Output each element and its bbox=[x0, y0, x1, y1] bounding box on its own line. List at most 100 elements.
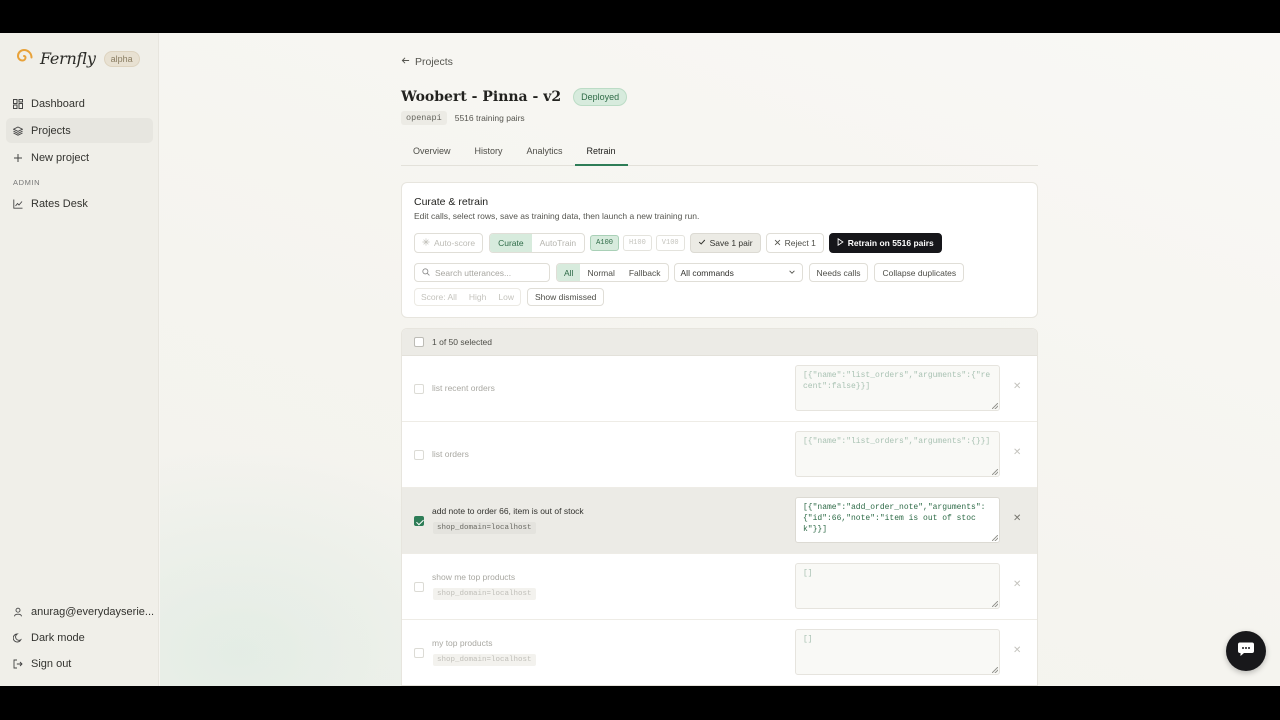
chevron-down-icon bbox=[788, 268, 796, 278]
user-icon bbox=[14, 607, 22, 616]
curate-subtitle: Edit calls, select rows, save as trainin… bbox=[414, 211, 700, 221]
list-item: my top products shop_domain=localhost []… bbox=[402, 620, 1037, 685]
auto-score-label: Auto-score bbox=[434, 238, 476, 248]
call-editor[interactable]: [] bbox=[795, 629, 1000, 675]
moon-icon bbox=[13, 633, 22, 642]
chat-button[interactable] bbox=[1226, 631, 1266, 671]
sign-out-button[interactable]: Sign out bbox=[6, 651, 153, 676]
curate-toolbar: Auto-score Curate AutoTrain A100 H100 V1… bbox=[414, 233, 942, 253]
arrow-left-icon bbox=[401, 56, 410, 68]
collapse-duplicates-button[interactable]: Collapse duplicates bbox=[874, 263, 965, 282]
context-tag: shop_domain=localhost bbox=[433, 588, 536, 600]
filter-all[interactable]: All bbox=[557, 264, 581, 281]
main-content: Projects Woobert - Pinna - v2 Deployed o… bbox=[401, 33, 1038, 686]
commands-select[interactable]: All commands bbox=[673, 263, 803, 282]
list-item: list orders [{"name":"list_orders","argu… bbox=[402, 422, 1037, 488]
retrain-label: Retrain on 5516 pairs bbox=[847, 238, 934, 248]
dismiss-icon[interactable]: ✕ bbox=[1013, 645, 1021, 656]
chart-line-icon bbox=[13, 199, 23, 209]
utterance-text: add note to order 66, item is out of sto… bbox=[432, 506, 584, 516]
utterance-list: 1 of 50 selected list recent orders [{"n… bbox=[401, 328, 1038, 686]
list-item: add note to order 66, item is out of sto… bbox=[402, 488, 1037, 554]
status-badge: Deployed bbox=[573, 88, 628, 106]
tab-bar: Overview History Analytics Retrain bbox=[401, 142, 1038, 166]
utterance-text: list orders bbox=[432, 449, 469, 459]
tab-analytics[interactable]: Analytics bbox=[515, 142, 575, 166]
title-row: Woobert - Pinna - v2 Deployed bbox=[401, 88, 628, 106]
save-label: Save 1 pair bbox=[709, 238, 753, 248]
score-filter-row: Score: All High Low Show dismissed bbox=[414, 288, 605, 306]
select-all-checkbox[interactable] bbox=[414, 337, 424, 347]
call-editor[interactable]: [{"name":"list_orders","arguments":{"rec… bbox=[795, 365, 1000, 411]
search-input[interactable]: Search utterances... bbox=[414, 263, 550, 282]
filter-normal[interactable]: Normal bbox=[580, 264, 621, 281]
tab-history[interactable]: History bbox=[463, 142, 515, 166]
tab-retrain[interactable]: Retrain bbox=[574, 142, 628, 166]
mode-autotrain[interactable]: AutoTrain bbox=[532, 234, 585, 252]
sidebar-item-new-project[interactable]: New project bbox=[6, 145, 153, 170]
row-checkbox[interactable] bbox=[414, 582, 424, 592]
dark-mode-label: Dark mode bbox=[31, 631, 85, 644]
sidebar-item-rates-desk[interactable]: Rates Desk bbox=[6, 191, 153, 216]
row-checkbox[interactable] bbox=[414, 450, 424, 460]
dismiss-icon[interactable]: ✕ bbox=[1013, 447, 1021, 458]
search-placeholder: Search utterances... bbox=[435, 267, 512, 278]
dismiss-icon[interactable]: ✕ bbox=[1013, 381, 1021, 392]
sidebar-item-dashboard[interactable]: Dashboard bbox=[6, 91, 153, 116]
mode-toggle: Curate AutoTrain bbox=[489, 233, 586, 253]
context-tag: shop_domain=localhost bbox=[433, 522, 536, 534]
utterance-text: list recent orders bbox=[432, 383, 495, 393]
mode-curate[interactable]: Curate bbox=[490, 234, 532, 252]
auto-score-button[interactable]: Auto-score bbox=[414, 233, 484, 253]
chat-bubble-icon bbox=[1237, 641, 1255, 662]
admin-section-label: ADMIN bbox=[13, 178, 41, 187]
sparkle-icon bbox=[422, 238, 430, 248]
breadcrumb-label: Projects bbox=[415, 56, 453, 68]
call-editor[interactable]: [{"name":"add_order_note","arguments":{"… bbox=[795, 497, 1000, 543]
sign-out-icon bbox=[13, 659, 23, 668]
row-checkbox[interactable] bbox=[414, 516, 424, 526]
sidebar-item-projects[interactable]: Projects bbox=[6, 118, 153, 143]
row-checkbox[interactable] bbox=[414, 384, 424, 394]
alpha-badge: alpha bbox=[103, 50, 140, 67]
needs-calls-button[interactable]: Needs calls bbox=[808, 263, 869, 282]
dark-mode-toggle[interactable]: Dark mode bbox=[6, 625, 153, 650]
retrain-button[interactable]: Retrain on 5516 pairs bbox=[828, 233, 942, 253]
plus-icon bbox=[14, 153, 22, 162]
dismiss-icon[interactable]: ✕ bbox=[1013, 513, 1021, 524]
call-editor[interactable]: [{"name":"list_orders","arguments":{}}] bbox=[795, 431, 1000, 477]
page-title: Woobert - Pinna - v2 bbox=[401, 89, 562, 105]
row-checkbox[interactable] bbox=[414, 648, 424, 658]
gpu-selector: A100 H100 V100 bbox=[590, 235, 685, 251]
gpu-h100[interactable]: H100 bbox=[622, 235, 652, 251]
search-icon bbox=[422, 267, 430, 278]
gpu-a100[interactable]: A100 bbox=[590, 235, 619, 251]
breadcrumb[interactable]: Projects bbox=[401, 56, 453, 68]
curate-title: Curate & retrain bbox=[414, 196, 489, 208]
filter-row: Search utterances... All Normal Fallback… bbox=[414, 263, 965, 282]
sidebar-item-label: Projects bbox=[31, 124, 71, 137]
user-account[interactable]: anurag@everydayserie... bbox=[6, 599, 154, 624]
curate-card: Curate & retrain Edit calls, select rows… bbox=[401, 182, 1038, 318]
app-screen: Fernfly alpha Dashboard Projects New pro… bbox=[0, 33, 1280, 686]
selection-count: 1 of 50 selected bbox=[432, 337, 493, 347]
gpu-v100[interactable]: V100 bbox=[655, 235, 685, 251]
show-dismissed-button[interactable]: Show dismissed bbox=[526, 288, 605, 306]
call-editor[interactable]: [] bbox=[795, 563, 1000, 609]
list-header: 1 of 50 selected bbox=[402, 329, 1037, 356]
sidebar-item-label: New project bbox=[31, 151, 90, 164]
project-type-tag: openapi bbox=[401, 111, 447, 125]
dismiss-icon[interactable]: ✕ bbox=[1013, 579, 1021, 590]
save-pairs-button[interactable]: Save 1 pair bbox=[689, 233, 761, 253]
score-high[interactable]: High bbox=[463, 289, 492, 305]
reject-button[interactable]: Reject 1 bbox=[765, 233, 824, 253]
score-low[interactable]: Low bbox=[492, 289, 520, 305]
brand-name: Fernfly bbox=[40, 49, 96, 68]
sign-out-label: Sign out bbox=[31, 657, 72, 670]
project-meta: openapi 5516 training pairs bbox=[401, 111, 525, 125]
sidebar: Fernfly alpha Dashboard Projects New pro… bbox=[0, 33, 159, 686]
score-all[interactable]: Score: All bbox=[415, 289, 463, 305]
filter-fallback[interactable]: Fallback bbox=[622, 264, 668, 281]
brand[interactable]: Fernfly alpha bbox=[14, 46, 140, 71]
tab-overview[interactable]: Overview bbox=[401, 142, 463, 166]
